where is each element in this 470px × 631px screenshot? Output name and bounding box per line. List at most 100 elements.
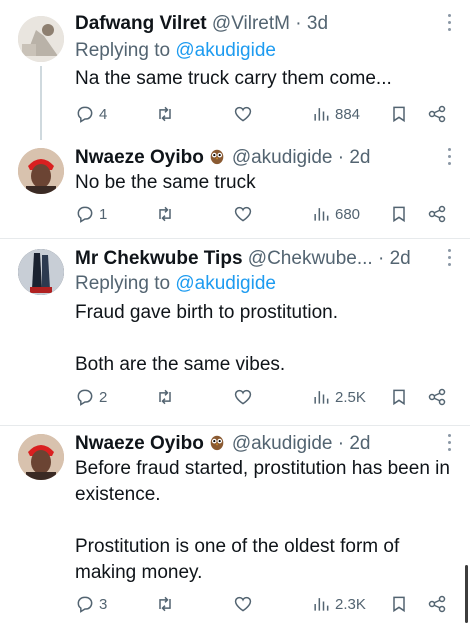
tweet-text: Na the same truck carry them come...	[75, 66, 450, 92]
bookmark-button[interactable]	[389, 204, 409, 224]
views-count: 2.5K	[335, 388, 366, 406]
reply-count: 3	[99, 595, 108, 613]
user-handle[interactable]: @akudigide	[232, 433, 333, 454]
action-bar: 4 884	[75, 104, 454, 130]
retweet-button[interactable]	[155, 104, 175, 124]
tweet-text: Before fraud started, prostitution has b…	[75, 456, 450, 586]
tweet-text: Fraud gave birth to prostitution. Both a…	[75, 300, 450, 378]
bookmark-button[interactable]	[389, 594, 409, 614]
display-name[interactable]: Dafwang Vilret	[75, 13, 207, 34]
tweet-text-line: Before fraud started, prostitution has b…	[75, 458, 450, 505]
reply-count: 1	[99, 205, 108, 223]
views-icon	[314, 391, 329, 404]
like-button[interactable]	[233, 387, 253, 407]
share-icon	[428, 205, 446, 223]
like-icon	[234, 389, 252, 405]
more-icon[interactable]	[448, 148, 454, 169]
more-icon[interactable]	[448, 249, 454, 270]
avatar[interactable]	[18, 148, 64, 194]
tweet-header: Mr Chekwube Tips @Chekwube... · 2d	[75, 247, 440, 271]
action-bar: 3 2.3K	[75, 594, 454, 620]
share-button[interactable]	[427, 204, 447, 224]
action-bar: 1 680	[75, 204, 454, 230]
views-button[interactable]: 2.3K	[311, 594, 366, 614]
reply-button[interactable]: 3	[75, 594, 107, 614]
replying-prefix: Replying to	[75, 273, 176, 294]
views-count: 2.3K	[335, 595, 366, 613]
user-handle[interactable]: @VilretM	[212, 13, 290, 34]
replying-to: Replying to @akudigide	[75, 40, 276, 62]
replying-to-link[interactable]: @akudigide	[175, 40, 276, 61]
avatar[interactable]	[18, 249, 64, 295]
like-icon	[234, 596, 252, 612]
reply-icon	[77, 106, 93, 123]
retweet-icon	[159, 106, 171, 122]
bookmark-icon	[393, 106, 405, 123]
bookmark-button[interactable]	[389, 387, 409, 407]
share-button[interactable]	[427, 387, 447, 407]
views-button[interactable]: 2.5K	[311, 387, 366, 407]
like-icon	[234, 206, 252, 222]
retweet-button[interactable]	[155, 204, 175, 224]
like-button[interactable]	[233, 104, 253, 124]
timestamp[interactable]: · 2d	[378, 248, 411, 269]
avatar[interactable]	[18, 16, 64, 62]
share-icon	[428, 595, 446, 613]
retweet-icon	[159, 206, 171, 222]
timestamp[interactable]: · 2d	[338, 147, 371, 168]
like-button[interactable]	[233, 594, 253, 614]
scrollbar[interactable]	[465, 565, 468, 623]
retweet-icon	[159, 389, 171, 405]
share-icon	[428, 105, 446, 123]
reply-icon	[77, 389, 93, 406]
views-count: 680	[335, 205, 361, 223]
tweet-4[interactable]: Nwaeze Oyibo @akudigide · 2d Before fraud…	[0, 426, 470, 631]
display-name[interactable]: Nwaeze Oyibo	[75, 433, 204, 454]
tweet-header: Nwaeze Oyibo @akudigide · 2d	[75, 146, 440, 170]
tweet-2[interactable]: Nwaeze Oyibo @akudigide · 2d No be the sa…	[0, 140, 470, 238]
replying-to-link[interactable]: @akudigide	[175, 273, 276, 294]
timestamp[interactable]: · 3d	[295, 13, 328, 34]
bookmark-button[interactable]	[389, 104, 409, 124]
thread-line	[40, 66, 42, 140]
like-icon	[234, 106, 252, 122]
reply-count: 2	[99, 388, 108, 406]
more-icon[interactable]	[448, 14, 454, 35]
display-name[interactable]: Nwaeze Oyibo	[75, 147, 204, 168]
display-name[interactable]: Mr Chekwube Tips	[75, 248, 243, 269]
reply-button[interactable]: 2	[75, 387, 107, 407]
reply-icon	[77, 206, 93, 223]
user-handle[interactable]: @akudigide	[232, 147, 333, 168]
avatar[interactable]	[18, 434, 64, 480]
reply-count: 4	[99, 105, 108, 123]
tweet-text: No be the same truck	[75, 170, 450, 196]
more-icon[interactable]	[448, 434, 454, 455]
tweet-text-line: Prostitution is one of the oldest form o…	[75, 536, 400, 583]
tweet-header: Nwaeze Oyibo @akudigide · 2d	[75, 432, 440, 456]
bookmark-icon	[393, 206, 405, 223]
views-icon	[314, 598, 329, 611]
share-button[interactable]	[427, 104, 447, 124]
user-handle[interactable]: @Chekwube...	[248, 248, 373, 269]
tweet-text-line: Both are the same vibes.	[75, 354, 286, 375]
share-button[interactable]	[427, 594, 447, 614]
bookmark-icon	[393, 389, 405, 406]
reply-button[interactable]: 1	[75, 204, 107, 224]
share-icon	[428, 388, 446, 406]
tweet-text-line: No be the same truck	[75, 172, 256, 193]
bookmark-icon	[393, 596, 405, 613]
reply-button[interactable]: 4	[75, 104, 107, 124]
retweet-button[interactable]	[155, 387, 175, 407]
timestamp[interactable]: · 2d	[338, 433, 371, 454]
views-button[interactable]: 884	[311, 104, 360, 124]
tweet-header: Dafwang Vilret @VilretM · 3d	[75, 12, 440, 36]
tweet-3[interactable]: Mr Chekwube Tips @Chekwube... · 2d Reply…	[0, 239, 470, 425]
like-button[interactable]	[233, 204, 253, 224]
owl-emoji-icon	[210, 435, 224, 451]
views-button[interactable]: 680	[311, 204, 360, 224]
tweet-text-line: Na the same truck carry them come...	[75, 68, 392, 89]
owl-emoji-icon	[210, 149, 224, 165]
retweet-button[interactable]	[155, 594, 175, 614]
replying-prefix: Replying to	[75, 40, 176, 61]
tweet-1[interactable]: Dafwang Vilret @VilretM · 3d Replying to…	[0, 0, 470, 140]
